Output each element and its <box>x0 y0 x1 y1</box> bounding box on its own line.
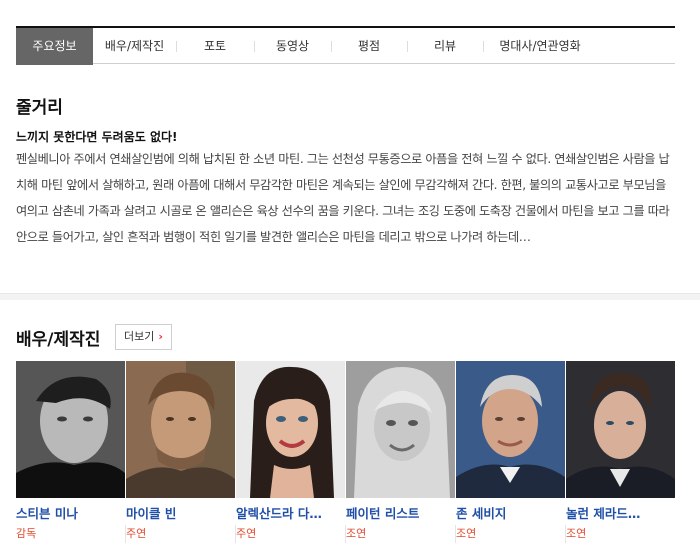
more-button-label: 더보기 <box>124 330 155 343</box>
synopsis-heading: 줄거리 <box>16 98 63 118</box>
person-photo <box>456 361 565 498</box>
tab-cast-crew[interactable]: 배우/제작진 <box>93 28 176 65</box>
tab-photo[interactable]: 포토 <box>176 28 254 65</box>
person-role: 주연 <box>236 527 257 540</box>
person-name[interactable]: 알렉산드라 다… <box>236 503 345 522</box>
synopsis-text: 펜실베니아 주에서 연쇄살인범에 의해 납치된 한 소년 마틴. 그는 선천성 … <box>16 152 670 244</box>
person-photo <box>346 361 455 498</box>
tab-rating[interactable]: 평점 <box>331 28 407 65</box>
cast-card[interactable]: 존 세비지 조연 <box>456 361 565 558</box>
person-photo <box>236 361 345 498</box>
person-name[interactable]: 스티븐 미나 <box>16 503 125 522</box>
person-role: 조연 <box>456 527 477 540</box>
person-role: 주연 <box>126 527 147 540</box>
cast-card[interactable]: 마이클 빈 주연 <box>126 361 235 558</box>
tab-main-info[interactable]: 주요정보 <box>16 28 93 65</box>
person-role: 조연 <box>346 527 367 540</box>
more-button[interactable]: 더보기 › <box>115 324 172 350</box>
tab-bar: 주요정보 배우/제작진 포토 동영상 평점 리뷰 명대사/연관영화 <box>16 26 675 65</box>
cast-card[interactable]: 스티븐 미나 감독 <box>16 361 125 558</box>
person-photo <box>126 361 235 498</box>
cast-card[interactable]: 알렉산드라 다… 주연 <box>236 361 345 558</box>
person-name[interactable]: 페이턴 리스트 <box>346 503 455 522</box>
tab-review[interactable]: 리뷰 <box>407 28 483 65</box>
chevron-right-icon: › <box>158 330 163 343</box>
person-name[interactable]: 존 세비지 <box>456 503 565 522</box>
person-photo <box>566 361 675 498</box>
person-name[interactable]: 마이클 빈 <box>126 503 235 522</box>
tab-video[interactable]: 동영상 <box>254 28 331 65</box>
cast-list: 스티븐 미나 감독 마이클 빈 주연 알렉산드라 다… 주연 페이턴 리스트 조… <box>16 361 678 558</box>
tab-quotes-related[interactable]: 명대사/연관영화 <box>483 28 597 65</box>
synopsis-tagline: 느끼지 못한다면 두려움도 없다! <box>16 130 178 144</box>
cast-card[interactable]: 놀런 제라드… 조연 <box>566 361 675 558</box>
person-role: 감독 <box>16 527 37 540</box>
person-photo <box>16 361 125 498</box>
cast-card[interactable]: 페이턴 리스트 조연 <box>346 361 455 558</box>
person-name[interactable]: 놀런 제라드… <box>566 503 675 522</box>
person-role: 조연 <box>566 527 587 540</box>
cast-heading: 배우/제작진 <box>16 330 101 350</box>
section-divider <box>0 293 700 300</box>
